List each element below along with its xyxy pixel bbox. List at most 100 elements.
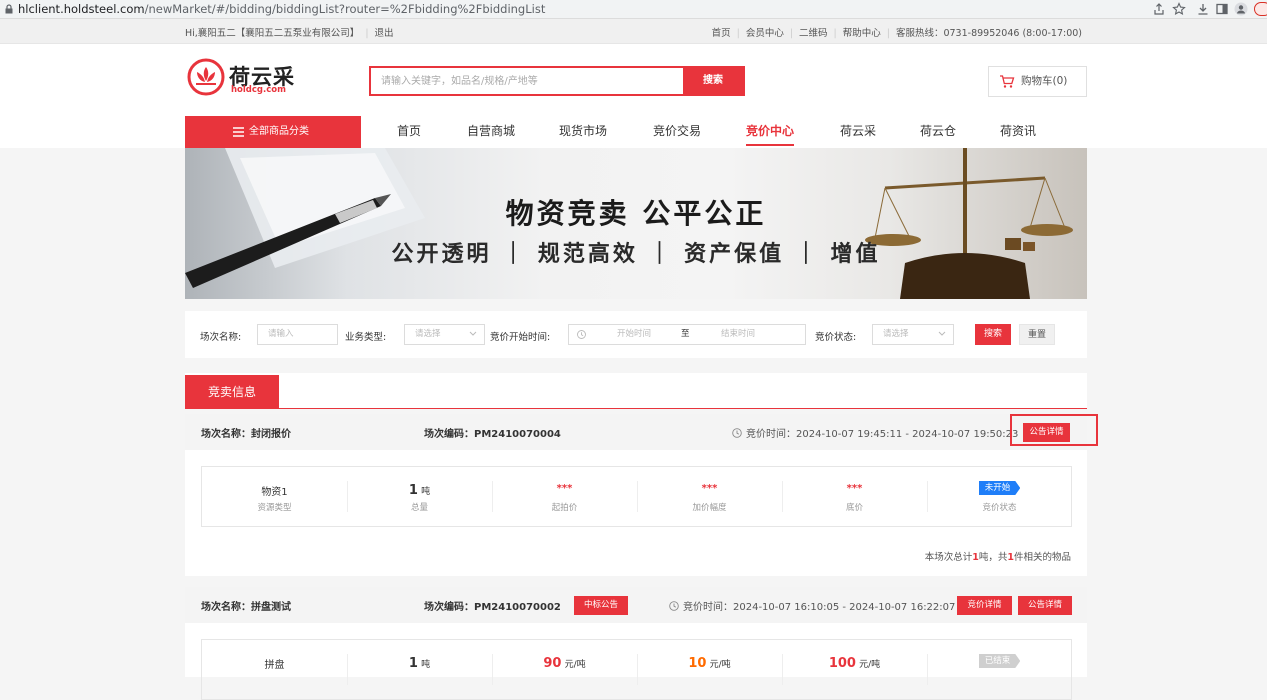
cell-status: 未开始 竞价状态 — [927, 467, 1072, 526]
banner-subtitle: 公开透明 ｜ 规范高效 ｜ 资产保值 ｜ 增值 — [185, 236, 1087, 268]
nav-self-mall[interactable]: 自营商城 — [467, 122, 515, 139]
start-price-label: 起拍价 — [492, 501, 637, 513]
item-table: 拼盘 1 吨 90 元/吨 10 元/吨 100 元/吨 已结束 — [201, 639, 1072, 700]
cell-total: 1 吨 — [347, 640, 492, 699]
status-badge: 未开始 — [979, 481, 1021, 495]
nav-heyuncai[interactable]: 荷云采 — [840, 122, 876, 139]
tab-auction-info[interactable]: 竞卖信息 — [185, 375, 279, 409]
banner-title: 物资竞卖 公平公正 — [185, 192, 1087, 232]
top-links: 首页|会员中心|二维码|帮助中心|客服热线：0731-89952046 (8:0… — [712, 25, 1082, 39]
cart-button[interactable]: 购物车(0) — [988, 66, 1087, 97]
top-link-home[interactable]: 首页 — [712, 28, 731, 39]
search-input[interactable] — [371, 68, 684, 94]
business-type-select[interactable]: 请选择 — [404, 324, 485, 345]
filter-reset-button[interactable]: 重置 — [1019, 324, 1055, 345]
business-type-placeholder: 请选择 — [415, 329, 441, 339]
top-link-qrcode[interactable]: 二维码 — [799, 28, 828, 39]
logout-link[interactable]: 退出 — [375, 28, 394, 39]
profile-icon[interactable] — [1234, 2, 1248, 16]
bid-status-select[interactable]: 请选择 — [872, 324, 954, 345]
filter-search-button[interactable]: 搜索 — [975, 324, 1011, 345]
award-notice-button[interactable]: 中标公告 — [574, 596, 628, 615]
lotus-logo-icon — [187, 58, 225, 96]
reserve-value: 100 元/吨 — [782, 656, 927, 671]
search-button[interactable]: 搜索 — [683, 68, 743, 94]
download-icon[interactable] — [1196, 2, 1210, 16]
nav-bidding-center[interactable]: 竞价中心 — [746, 122, 794, 139]
site-header: 荷云采 holdcg.com 搜索 购物车(0) 全部商品分类 首页 自营商城 … — [0, 44, 1267, 148]
cell-reserve: *** 底价 — [782, 467, 927, 526]
date-range-picker[interactable]: 开始时间 至 结束时间 — [568, 324, 806, 345]
status-label: 竞价状态 — [927, 501, 1072, 513]
filter-bar: 场次名称: 请输入 业务类型: 请选择 竞价开始时间: 开始时间 至 结束时间 … — [185, 311, 1087, 358]
session-name-placeholder: 请输入 — [268, 329, 294, 339]
top-link-member-center[interactable]: 会员中心 — [746, 28, 784, 39]
site-logo[interactable]: 荷云采 holdcg.com — [187, 58, 307, 96]
session-time: 竞价时间：2024-10-07 16:10:05 - 2024-10-07 16… — [669, 598, 955, 613]
session-row-2: 场次名称：拼盘测试 场次编码：PM2410070002 中标公告 竞价时间：20… — [185, 587, 1087, 623]
start-time-label: 竞价开始时间: — [490, 329, 550, 343]
bid-status-label: 竞价状态: — [815, 329, 856, 343]
session-code: 场次编码：PM2410070004 — [424, 425, 561, 440]
item-table: 物资1 资源类型 1 吨 总量 *** 起拍价 *** 加价幅度 *** 底价 … — [201, 466, 1072, 527]
notice-detail-button[interactable]: 公告详情 — [1018, 596, 1072, 615]
user-greeting: Hi,襄阳五二【襄阳五二五泵业有限公司】|退出 — [185, 25, 394, 39]
material-name: 拼盘 — [202, 656, 347, 671]
top-info-bar: Hi,襄阳五二【襄阳五二五泵业有限公司】|退出 首页|会员中心|二维码|帮助中心… — [0, 19, 1267, 44]
session-time: 竞价时间：2024-10-07 19:45:11 - 2024-10-07 19… — [732, 425, 1018, 440]
cell-increment: *** 加价幅度 — [637, 467, 782, 526]
increment-value: *** — [637, 483, 782, 494]
search-bar: 搜索 — [369, 66, 745, 96]
chevron-down-icon — [469, 331, 477, 337]
clock-icon — [732, 428, 742, 438]
start-price-value: 90 元/吨 — [492, 656, 637, 671]
clock-icon — [577, 330, 586, 339]
reserve-value: *** — [782, 483, 927, 494]
nav-bidding-trade[interactable]: 竞价交易 — [653, 122, 701, 139]
section-header: 竞卖信息 — [185, 373, 1087, 409]
session-card-2: 拼盘 1 吨 90 元/吨 10 元/吨 100 元/吨 已结束 — [185, 623, 1087, 677]
all-categories-label: 全部商品分类 — [249, 126, 309, 137]
cart-icon — [999, 74, 1015, 89]
session-card-1: 物资1 资源类型 1 吨 总量 *** 起拍价 *** 加价幅度 *** 底价 … — [185, 450, 1087, 576]
nav-spot-market[interactable]: 现货市场 — [559, 122, 607, 139]
browser-address-bar: hlclient.holdsteel.com/newMarket/#/biddi… — [0, 0, 1267, 19]
cell-start-price: 90 元/吨 — [492, 640, 637, 699]
all-categories-button[interactable]: 全部商品分类 — [185, 116, 361, 148]
total-label: 总量 — [347, 501, 492, 513]
session-name-input[interactable]: 请输入 — [257, 324, 338, 345]
nav-news[interactable]: 荷资讯 — [1000, 122, 1036, 139]
hero-banner: 物资竞卖 公平公正 公开透明 ｜ 规范高效 ｜ 资产保值 ｜ 增值 — [185, 148, 1087, 299]
clock-icon — [669, 601, 679, 611]
service-hotline: 客服热线：0731-89952046 (8:00-17:00) — [896, 28, 1082, 39]
nav-home[interactable]: 首页 — [397, 122, 421, 139]
material-name: 物资1 — [202, 483, 347, 498]
lock-icon — [4, 4, 14, 14]
side-panel-icon[interactable] — [1215, 2, 1229, 16]
share-icon[interactable] — [1152, 2, 1166, 16]
bookmark-star-icon[interactable] — [1172, 2, 1186, 16]
business-type-label: 业务类型: — [345, 329, 386, 343]
range-separator: 至 — [681, 325, 690, 344]
increment-label: 加价幅度 — [637, 501, 782, 513]
logo-domain: holdcg.com — [231, 85, 286, 95]
start-price-value: *** — [492, 483, 637, 494]
session-name: 场次名称：拼盘测试 — [201, 598, 291, 613]
update-icon[interactable] — [1254, 2, 1267, 16]
top-link-help[interactable]: 帮助中心 — [843, 28, 881, 39]
cell-material: 拼盘 — [202, 640, 347, 699]
nav-heyuncang[interactable]: 荷云仓 — [920, 122, 956, 139]
cell-increment: 10 元/吨 — [637, 640, 782, 699]
chevron-down-icon — [938, 331, 946, 337]
material-label: 资源类型 — [202, 501, 347, 513]
total-value: 1 吨 — [347, 483, 492, 498]
url-text[interactable]: hlclient.holdsteel.com/newMarket/#/biddi… — [18, 2, 545, 16]
cell-start-price: *** 起拍价 — [492, 467, 637, 526]
session-time-text: 竞价时间：2024-10-07 16:10:05 - 2024-10-07 16… — [683, 602, 955, 613]
session-row-1: 场次名称：封闭报价 场次编码：PM2410070004 竞价时间：2024-10… — [185, 414, 1087, 450]
highlight-box — [1010, 414, 1098, 446]
session-summary: 本场次总计1吨，共1件相关的物品 — [925, 549, 1071, 563]
bid-detail-button[interactable]: 竞价详情 — [957, 596, 1012, 615]
increment-value: 10 元/吨 — [637, 656, 782, 671]
cart-label: 购物车(0) — [1021, 75, 1067, 87]
